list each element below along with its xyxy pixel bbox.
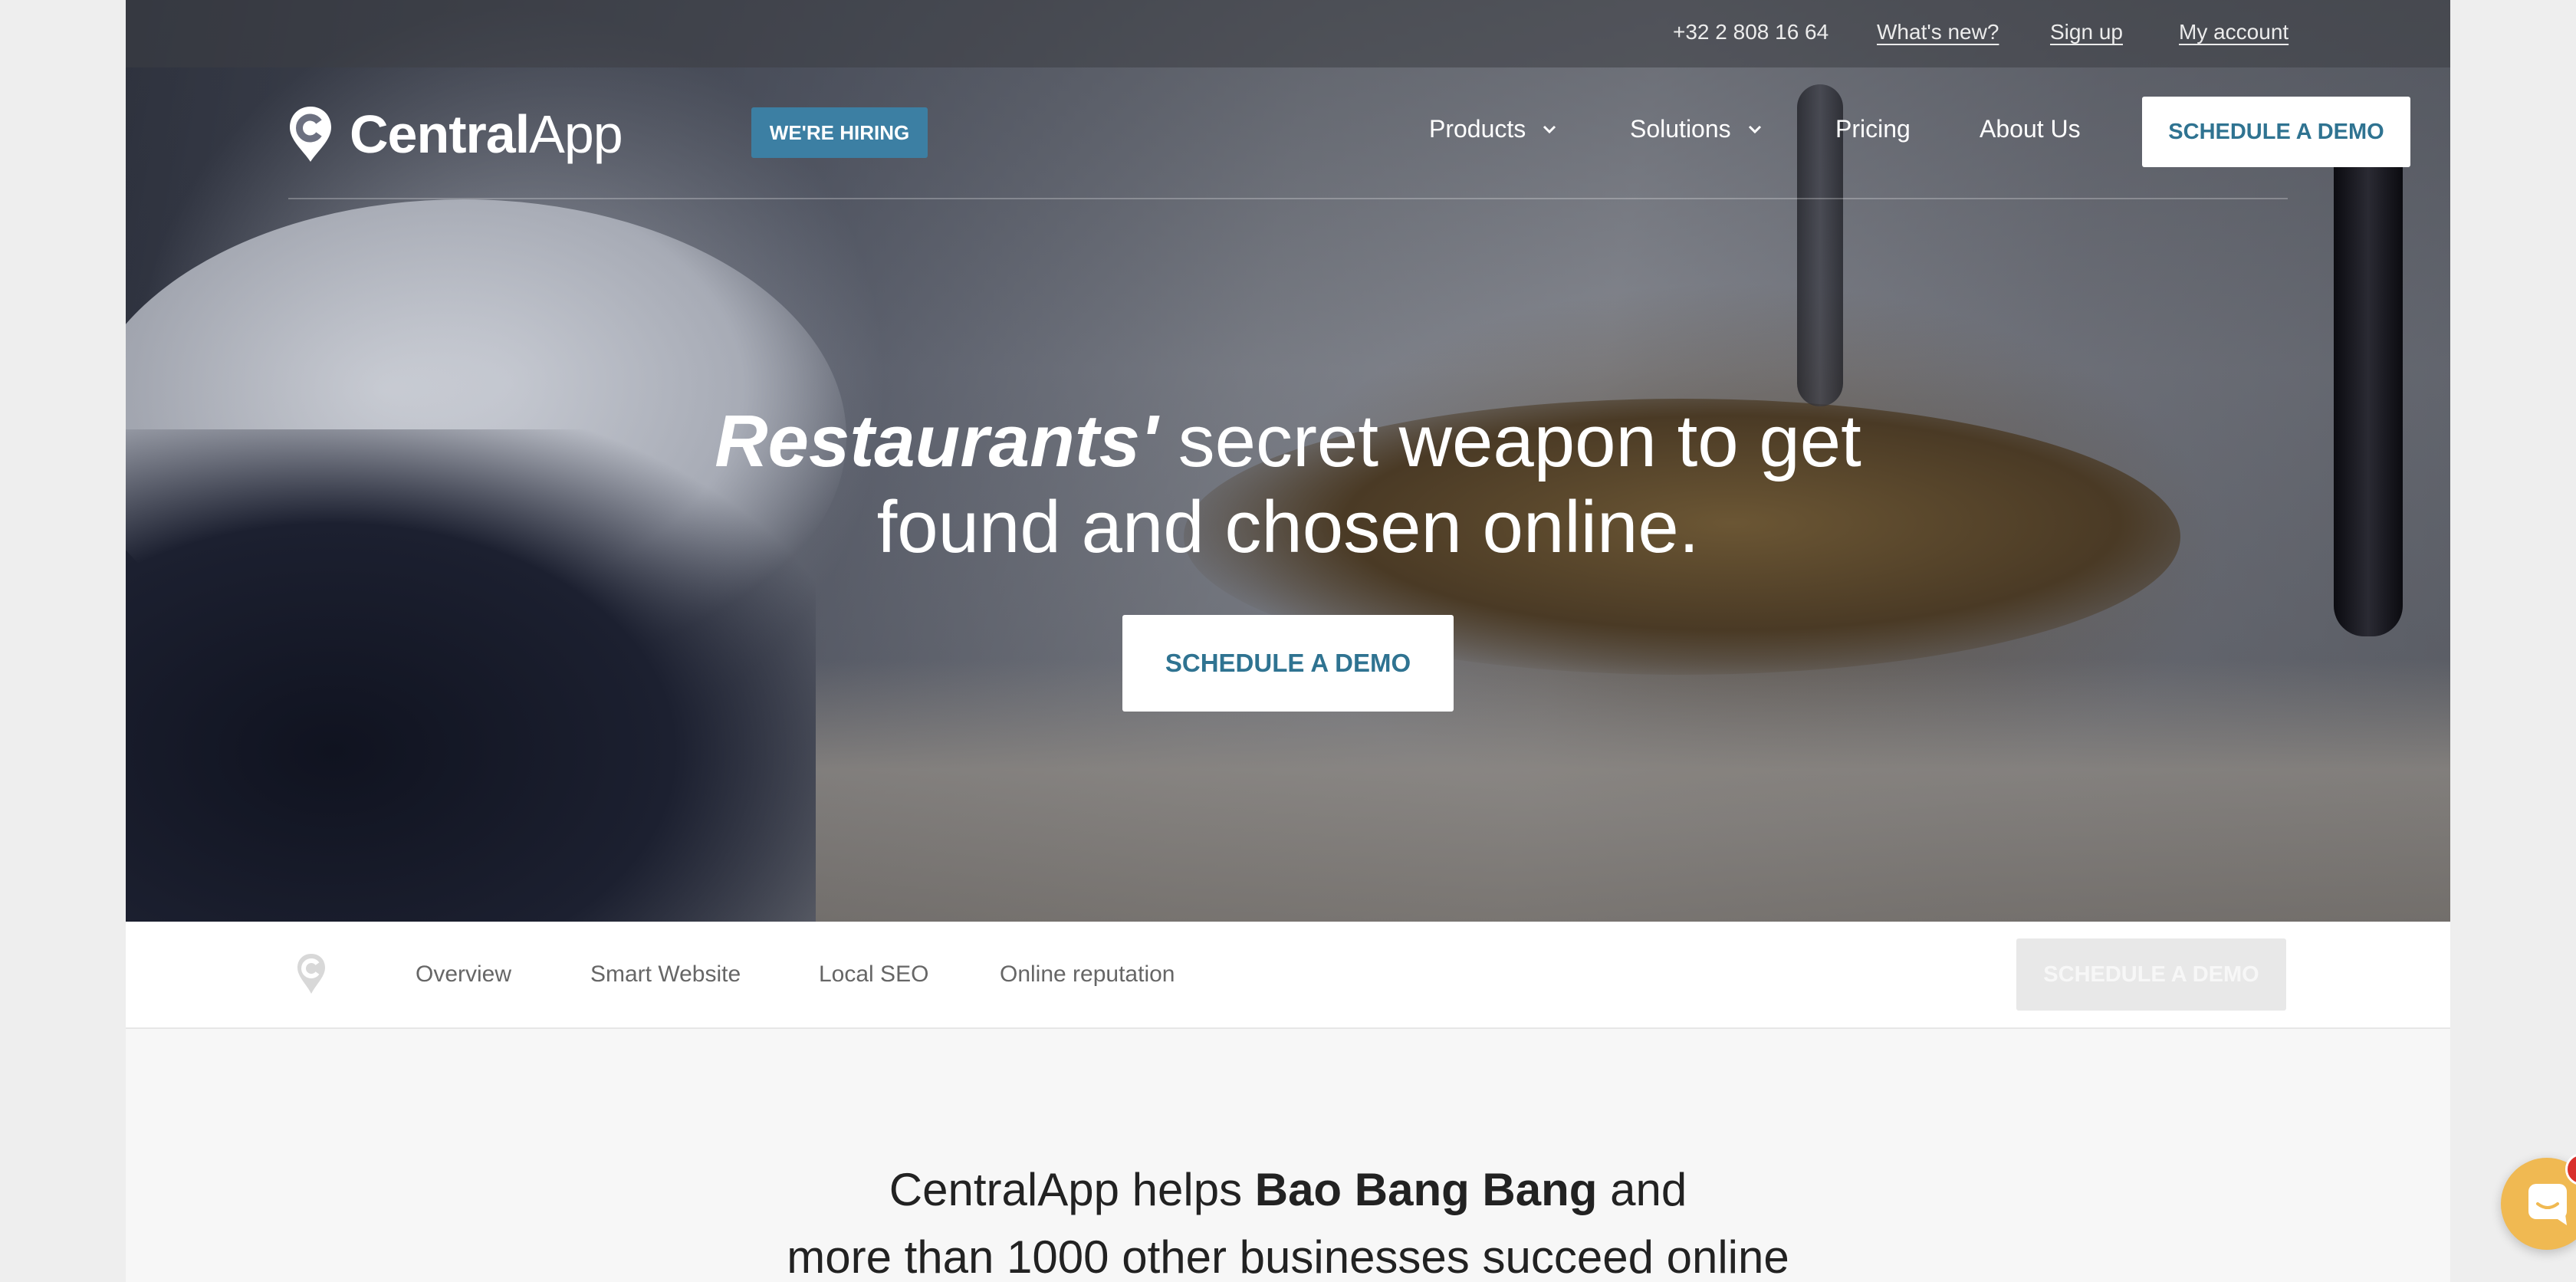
centralapp-logo[interactable]: CentralApp xyxy=(288,100,623,169)
phone-link[interactable]: +32 2 808 16 64 xyxy=(1673,20,1829,44)
hero-image-counter xyxy=(816,659,2450,922)
logo-pin-icon[interactable] xyxy=(296,952,327,995)
main-navigation: CentralApp WE'RE HIRING Products Solutio… xyxy=(288,90,2410,199)
tagline-part-2: and xyxy=(1597,1164,1687,1215)
nav-pricing[interactable]: Pricing xyxy=(1835,115,1911,143)
my-account-link[interactable]: My account xyxy=(2179,20,2288,44)
sign-up-link[interactable]: Sign up xyxy=(2050,20,2123,44)
logo-wordmark: CentralApp xyxy=(350,104,623,164)
nav-products[interactable]: Products xyxy=(1429,115,1556,143)
chat-icon xyxy=(2528,1184,2567,1225)
schedule-demo-subnav-button[interactable]: SCHEDULE A DEMO xyxy=(2016,938,2286,1011)
hero-headline: Restaurants' secret weapon to get found … xyxy=(598,399,1978,570)
social-proof-tagline: CentralApp helps Bao Bang Bang and more … xyxy=(521,1156,2055,1282)
schedule-demo-hero-button[interactable]: SCHEDULE A DEMO xyxy=(1122,615,1454,712)
whats-new-link[interactable]: What's new? xyxy=(1877,20,1999,44)
chat-launcher-button[interactable]: 1 xyxy=(2501,1153,2576,1250)
logo-pin-icon xyxy=(290,107,331,162)
chevron-down-icon xyxy=(1543,125,1556,133)
nav-solutions[interactable]: Solutions xyxy=(1630,115,1762,143)
sticky-sub-navigation: Overview Smart Website Local SEO Online … xyxy=(126,922,2450,1029)
hero-section: +32 2 808 16 64 What's new? Sign up My a… xyxy=(126,0,2450,922)
hiring-badge[interactable]: WE'RE HIRING xyxy=(751,107,928,158)
tagline-line-2: more than 1000 other businesses succeed … xyxy=(787,1231,1789,1282)
nav-about-us[interactable]: About Us xyxy=(1980,115,2081,143)
nav-products-label: Products xyxy=(1429,115,1526,143)
top-utility-bar: +32 2 808 16 64 What's new? Sign up My a… xyxy=(126,0,2450,67)
chevron-down-icon xyxy=(1748,125,1761,133)
headline-line-2: found and chosen online. xyxy=(876,486,1700,568)
subnav-overview[interactable]: Overview xyxy=(416,962,511,988)
subnav-online-reputation[interactable]: Online reputation xyxy=(1000,962,1175,988)
tagline-part-1: CentralApp helps xyxy=(889,1164,1255,1215)
schedule-demo-nav-button[interactable]: SCHEDULE A DEMO xyxy=(2142,97,2410,167)
subnav-smart-website[interactable]: Smart Website xyxy=(590,962,741,988)
tagline-business: Bao Bang Bang xyxy=(1254,1164,1598,1215)
nav-solutions-label: Solutions xyxy=(1630,115,1731,143)
headline-emphasis: Restaurants' xyxy=(715,400,1158,482)
subnav-local-seo[interactable]: Local SEO xyxy=(819,962,928,988)
headline-line-1: secret weapon to get xyxy=(1157,400,1861,482)
page: +32 2 808 16 64 What's new? Sign up My a… xyxy=(126,0,2450,1282)
hero-image-pepper-mill xyxy=(2334,100,2403,636)
